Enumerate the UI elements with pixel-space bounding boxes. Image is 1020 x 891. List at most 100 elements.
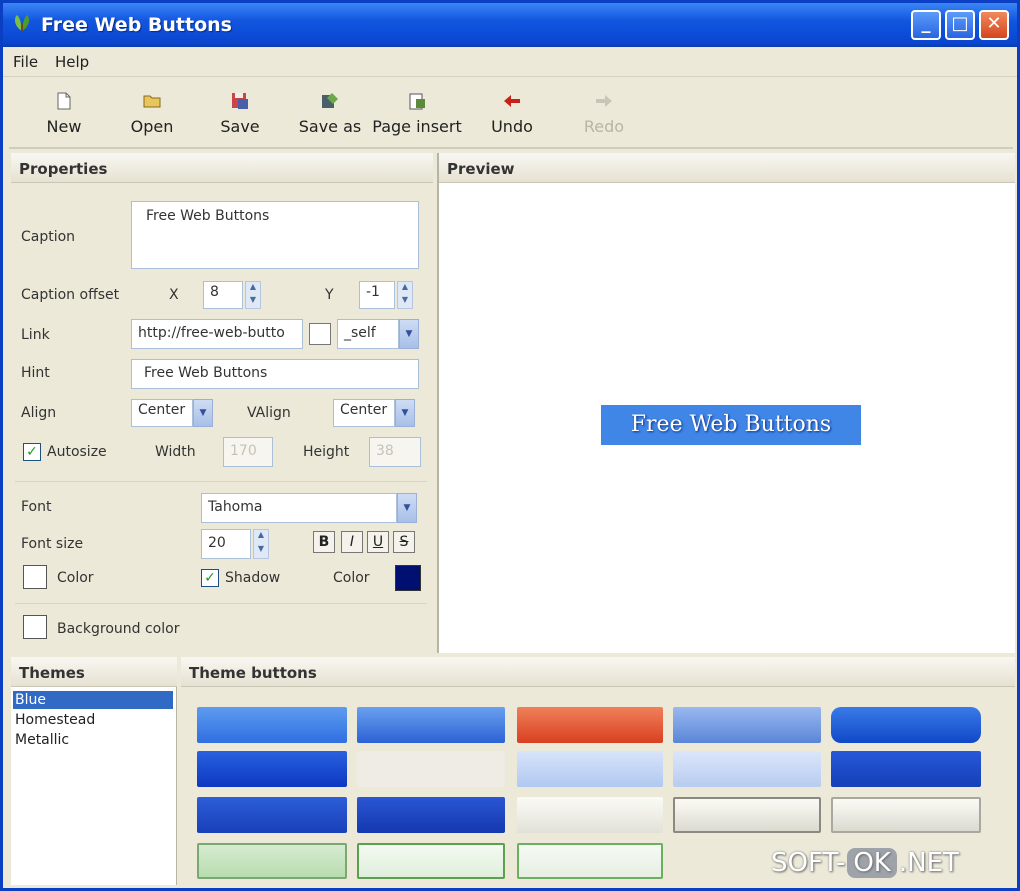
shadow-label: Shadow [225, 570, 281, 586]
theme-button-swatch[interactable] [197, 843, 347, 879]
theme-button-swatch[interactable] [673, 707, 821, 743]
hint-label: Hint [21, 365, 50, 381]
strikethrough-button[interactable]: S [393, 531, 415, 553]
font-color-label: Color [57, 570, 94, 586]
theme-button-swatch[interactable] [517, 797, 663, 833]
bold-button[interactable]: B [313, 531, 335, 553]
font-dropdown-button[interactable]: ▼ [397, 493, 417, 523]
width-label: Width [155, 444, 196, 460]
theme-button-swatch[interactable] [197, 707, 347, 743]
x-offset-spinner[interactable]: ▲ ▼ [245, 281, 261, 309]
shadow-color-swatch[interactable] [395, 565, 421, 591]
background-color-label: Background color [57, 621, 180, 637]
y-label: Y [325, 287, 334, 303]
page-insert-button[interactable]: Page insert [371, 83, 463, 143]
save-as-button[interactable]: Save as [289, 83, 371, 143]
preview-button[interactable]: Free Web Buttons [601, 405, 861, 445]
new-button[interactable]: New [29, 83, 99, 143]
font-size-label: Font size [21, 536, 84, 552]
y-offset-input[interactable]: -1 [359, 281, 395, 309]
menu-file[interactable]: File [13, 53, 38, 71]
theme-button-swatch[interactable] [831, 707, 981, 743]
open-button[interactable]: Open [117, 83, 187, 143]
properties-header: Properties [11, 153, 433, 183]
y-offset-spinner[interactable]: ▲ ▼ [397, 281, 413, 309]
caption-textarea[interactable]: Free Web Buttons [131, 201, 419, 269]
font-select[interactable]: Tahoma [201, 493, 397, 523]
save-icon [232, 93, 248, 109]
theme-button-swatch[interactable] [673, 797, 821, 833]
align-dropdown-button[interactable]: ▼ [193, 399, 213, 427]
save-as-label: Save as [298, 117, 362, 136]
theme-button-swatch[interactable] [517, 751, 663, 787]
font-size-spinner[interactable]: ▲ ▼ [253, 529, 269, 559]
close-button[interactable]: ✕ [979, 10, 1009, 40]
background-color-swatch[interactable] [23, 615, 47, 639]
autosize-checkbox[interactable]: ✓ [23, 443, 41, 461]
caption-label: Caption [21, 229, 76, 245]
chevron-down-icon: ▼ [401, 408, 409, 418]
theme-item-metallic[interactable]: Metallic [13, 731, 173, 749]
align-select[interactable]: Center [131, 399, 193, 427]
chevron-down-icon: ▼ [199, 408, 207, 418]
maximize-icon: □ [951, 13, 969, 34]
theme-button-swatch[interactable] [357, 843, 505, 879]
font-label: Font [21, 499, 52, 515]
close-icon: ✕ [986, 13, 1002, 34]
theme-button-swatch[interactable] [357, 707, 505, 743]
valign-label: VAlign [247, 405, 291, 421]
themes-panel: Themes Blue Homestead Metallic [11, 657, 177, 885]
valign-dropdown-button[interactable]: ▼ [395, 399, 415, 427]
theme-button-swatch[interactable] [197, 797, 347, 833]
theme-button-swatch[interactable] [357, 797, 505, 833]
chevron-down-icon: ▼ [403, 503, 411, 513]
theme-button-swatch[interactable] [517, 707, 663, 743]
valign-select[interactable]: Center [333, 399, 395, 427]
down-arrow-icon: ▼ [249, 295, 257, 304]
autosize-label: Autosize [47, 444, 107, 460]
minimize-button[interactable]: _ [911, 10, 941, 40]
target-dropdown-button[interactable]: ▼ [399, 319, 419, 349]
down-arrow-icon: ▼ [401, 295, 409, 304]
shadow-color-label: Color [333, 570, 370, 586]
maximize-button[interactable]: □ [945, 10, 975, 40]
theme-button-swatch[interactable] [197, 751, 347, 787]
theme-item-blue[interactable]: Blue [13, 691, 173, 709]
save-button[interactable]: Save [205, 83, 275, 143]
link-label: Link [21, 327, 50, 343]
link-browse-checkbox[interactable] [309, 323, 331, 345]
save-label: Save [220, 117, 260, 136]
themes-header: Themes [11, 657, 177, 687]
app-window: Free Web Buttons _ □ ✕ File Help New Ope… [0, 0, 1020, 891]
align-label: Align [21, 405, 57, 421]
target-select[interactable]: _self [337, 319, 399, 349]
watermark-right: .NET [898, 848, 959, 878]
preview-header: Preview [439, 153, 1015, 183]
theme-button-swatch[interactable] [831, 751, 981, 787]
chevron-down-icon: ▼ [405, 329, 413, 339]
italic-button[interactable]: I [341, 531, 363, 553]
undo-button[interactable]: Undo [477, 83, 547, 143]
menu-help[interactable]: Help [55, 53, 89, 71]
theme-item-homestead[interactable]: Homestead [13, 711, 173, 729]
theme-button-swatch[interactable] [673, 751, 821, 787]
font-color-swatch[interactable] [23, 565, 47, 589]
hint-input[interactable]: Free Web Buttons [131, 359, 419, 389]
divider [15, 603, 427, 604]
redo-button[interactable]: Redo [569, 83, 639, 143]
app-leaf-icon [14, 15, 30, 32]
undo-arrow-icon [504, 95, 520, 107]
width-input[interactable]: 170 [223, 437, 273, 467]
theme-button-swatch[interactable] [357, 751, 505, 787]
link-input[interactable]: http://free-web-butto [131, 319, 303, 349]
underline-button[interactable]: U [367, 531, 389, 553]
height-label: Height [303, 444, 350, 460]
theme-button-swatch[interactable] [517, 843, 663, 879]
font-size-input[interactable]: 20 [201, 529, 251, 559]
page-insert-label: Page insert [372, 117, 462, 136]
minimize-icon: _ [921, 13, 931, 34]
shadow-checkbox[interactable]: ✓ [201, 569, 219, 587]
x-offset-input[interactable]: 8 [203, 281, 243, 309]
theme-button-swatch[interactable] [831, 797, 981, 833]
height-input[interactable]: 38 [369, 437, 421, 467]
